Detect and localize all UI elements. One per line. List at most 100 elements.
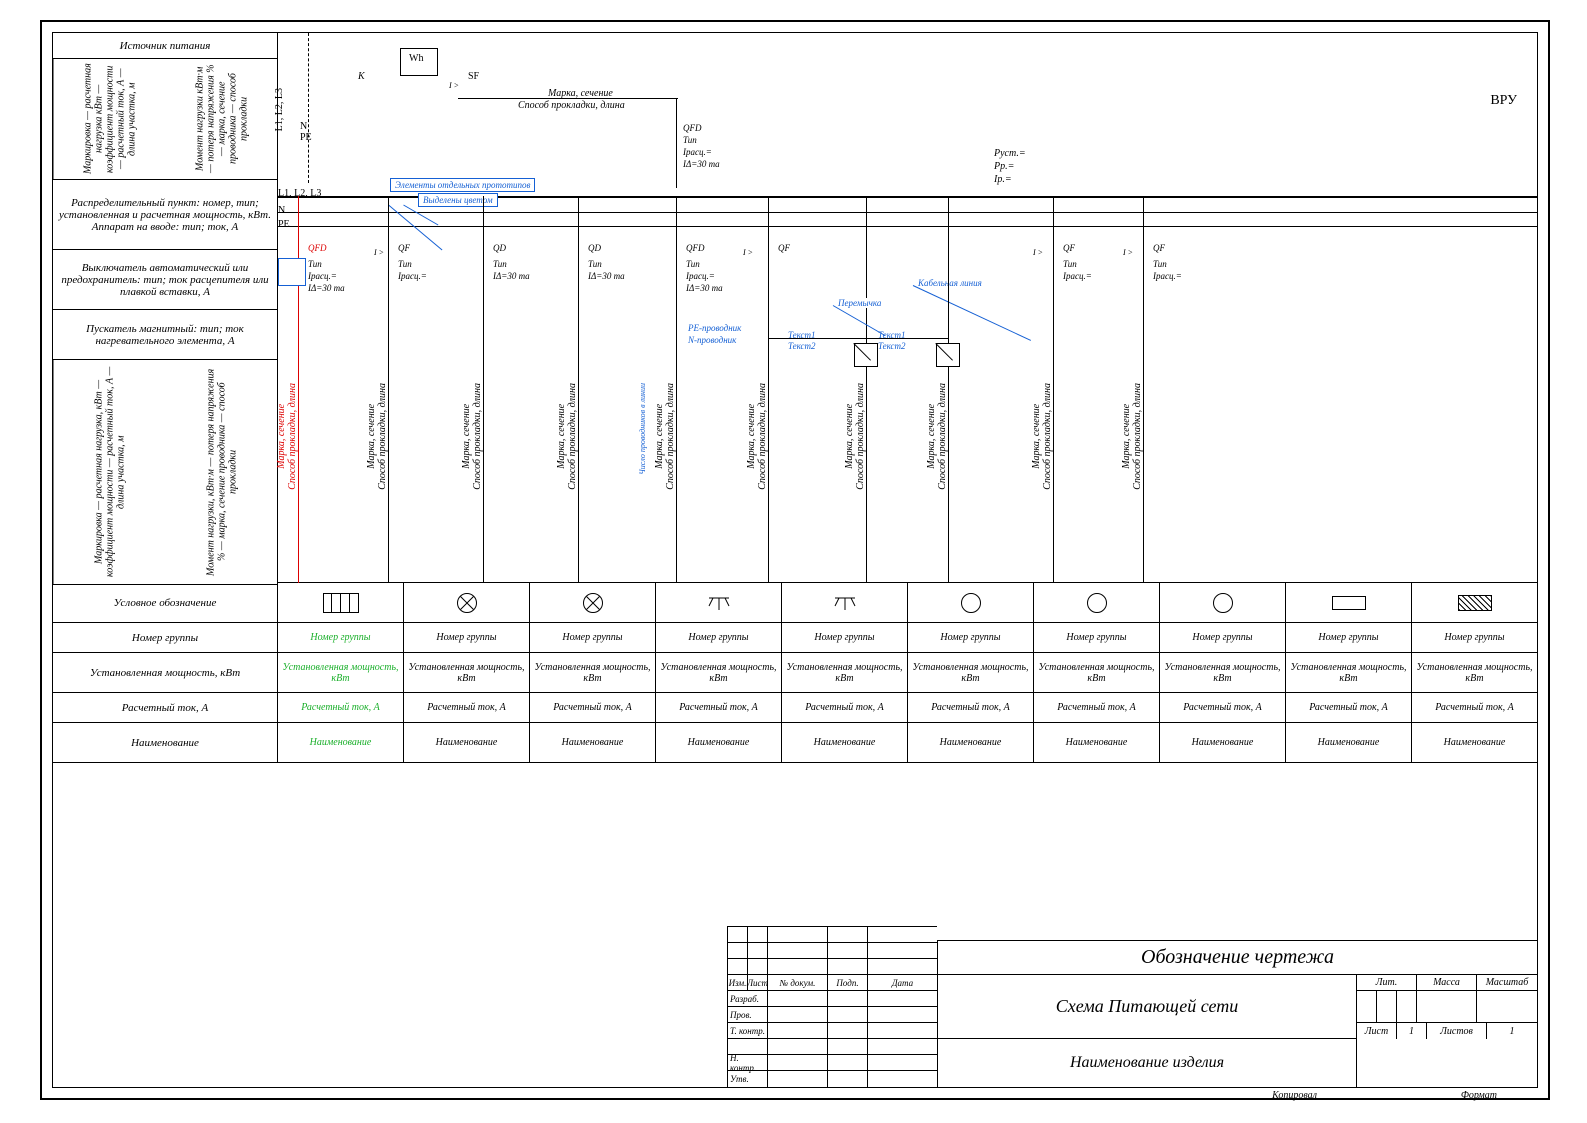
rev-data: Дата — [868, 975, 937, 990]
tb-scale: Масштаб — [1477, 975, 1537, 991]
rev-razrab: Разраб. — [728, 991, 768, 1006]
col1-irasc: Iрасц.= — [308, 271, 337, 281]
cell-group-9: Номер группы — [1286, 623, 1412, 652]
groups-table: Условное обозначение — [53, 583, 1537, 763]
legend-split2-right: Момент нагрузки, кВт·м — потеря напряжен… — [166, 360, 278, 584]
cell-current-5: Расчетный ток, А — [782, 693, 908, 722]
col2-irasc: Iрасц.= — [398, 271, 427, 281]
legend-split2-left: Маркировка — расчетная нагрузка, кВт — к… — [53, 360, 166, 584]
cell-current-6: Расчетный ток, А — [908, 693, 1034, 722]
col2-igt: I > — [374, 248, 384, 257]
rev-prov: Пров. — [728, 1007, 768, 1022]
col4-idelta: IΔ=30 mа — [588, 271, 625, 281]
format-label: Формат — [1461, 1090, 1497, 1101]
bus-top-l123: L1, L2, L3 — [274, 88, 285, 131]
tb-designation: Обозначение чертежа — [938, 941, 1537, 975]
cell-power-10: Установленная мощность, кВт — [1412, 653, 1537, 692]
rev-list: Лист — [748, 975, 768, 990]
row-group: Номер группы Номер группы Номер группы Н… — [53, 623, 1537, 653]
idelta-top: IΔ=30 mа — [683, 159, 720, 169]
pe-conductor-note: PE-проводник — [688, 323, 741, 333]
revision-block: Изм. Лист № докум. Подп. Дата Разраб. Пр… — [727, 926, 937, 1087]
cell-name-1: Наименование — [278, 723, 404, 762]
col2-qf: QF — [398, 243, 410, 253]
wires-count-note: Число проводников в линии — [638, 383, 647, 475]
cell-power-2: Установленная мощность, кВт — [404, 653, 530, 692]
col6-qf: QF — [778, 243, 790, 253]
tun-top: Тип — [683, 135, 697, 145]
legend-split-2: Маркировка — расчетная нагрузка, кВт — к… — [53, 360, 278, 585]
cell-name-2: Наименование — [404, 723, 530, 762]
cell-name-7: Наименование — [1034, 723, 1160, 762]
cell-power-5: Установленная мощность, кВт — [782, 653, 908, 692]
col9-igt: I > — [1033, 248, 1043, 257]
rev-tkontr: Т. контр. — [728, 1023, 768, 1038]
title-block: Обозначение чертежа Схема Питающей сети … — [937, 940, 1537, 1087]
cell-current-9: Расчетный ток, А — [1286, 693, 1412, 722]
cell-current-4: Расчетный ток, А — [656, 693, 782, 722]
qfd-top: QFD — [683, 123, 702, 133]
cell-power-9: Установленная мощность, кВт — [1286, 653, 1412, 692]
vru-label: ВРУ — [1490, 93, 1517, 109]
col3-cable: Марка, сечение Способ прокладки, длина — [461, 383, 483, 490]
rowhead-current: Расчетный ток, А — [53, 693, 278, 722]
rev-izm: Изм. — [728, 975, 748, 990]
tb-mass: Масса — [1417, 975, 1477, 991]
legend-dist-point: Распределительный пункт: номер, тип; уст… — [53, 180, 278, 250]
cell-current-8: Расчетный ток, А — [1160, 693, 1286, 722]
bus-top-pe: PE — [300, 132, 312, 143]
cell-power-3: Установленная мощность, кВт — [530, 653, 656, 692]
schematic: Wh K SF I > Марка, сечение Способ прокла… — [278, 33, 1537, 583]
sym-rect-icon — [1286, 583, 1412, 622]
col3-qd: QD — [493, 243, 506, 253]
rev-ndok: № докум. — [768, 975, 828, 990]
col10-tun: Тип — [1153, 259, 1167, 269]
row-symbol: Условное обозначение — [53, 583, 1537, 623]
rev-nkontr: Н. контр. — [728, 1055, 768, 1070]
cell-name-4: Наименование — [656, 723, 782, 762]
lay-length-top: Способ прокладки, длина — [518, 100, 625, 111]
col1-cable: Марка, сечение Способ прокладки, длина — [276, 383, 298, 490]
k-label: K — [358, 71, 365, 82]
col4-qd: QD — [588, 243, 601, 253]
cell-group-10: Номер группы — [1412, 623, 1537, 652]
cell-current-7: Расчетный ток, А — [1034, 693, 1160, 722]
cell-group-5: Номер группы — [782, 623, 908, 652]
col1-breaker-symbol — [278, 258, 306, 286]
col1-tun: Тип — [308, 259, 322, 269]
sym-outlet-1-icon — [656, 583, 782, 622]
col5-qfd: QFD — [686, 243, 705, 253]
i-p: Iр.= — [994, 174, 1012, 185]
cable-line-note: Кабельная линия — [918, 278, 982, 288]
col5-cable: Марка, сечение Способ прокладки, длина — [654, 383, 676, 490]
wh-label: Wh — [409, 53, 423, 64]
col6-igt: I > — [743, 248, 753, 257]
sym-cross-1-icon — [404, 583, 530, 622]
sym-cross-2-icon — [530, 583, 656, 622]
cell-current-2: Расчетный ток, А — [404, 693, 530, 722]
legend-breaker: Выключатель автоматический или предохран… — [53, 250, 278, 310]
col10-cable: Марка, сечение Способ прокладки, длина — [1121, 383, 1143, 490]
cell-current-3: Расчетный ток, А — [530, 693, 656, 722]
col3-tun: Тип — [493, 259, 507, 269]
cell-name-3: Наименование — [530, 723, 656, 762]
bus-label-n: N — [278, 205, 285, 216]
rev-podp: Подп. — [828, 975, 868, 990]
tb-sheets: Листов — [1427, 1023, 1487, 1039]
col10-irasc: Iрасц.= — [1153, 271, 1182, 281]
cell-current-10: Расчетный ток, А — [1412, 693, 1537, 722]
legend-column: Источник питания Маркировка — расчетная … — [53, 33, 278, 585]
text2-a: Текст2 — [788, 341, 816, 351]
legend-source: Источник питания — [53, 33, 278, 59]
rowhead-name: Наименование — [53, 723, 278, 762]
rowhead-symbol: Условное обозначение — [53, 583, 278, 622]
rev-utv: Утв. — [728, 1071, 768, 1087]
col9-irasc: Iрасц.= — [1063, 271, 1092, 281]
row-current: Расчетный ток, А Расчетный ток, А Расчет… — [53, 693, 1537, 723]
cell-power-7: Установленная мощность, кВт — [1034, 653, 1160, 692]
sym-circle-1-icon — [908, 583, 1034, 622]
col1-idelta: IΔ=30 mа — [308, 283, 345, 293]
kopiroval-label: Копировал — [1272, 1090, 1317, 1101]
sym-circle-2-icon — [1034, 583, 1160, 622]
n-conductor-note: N-проводник — [688, 335, 736, 345]
